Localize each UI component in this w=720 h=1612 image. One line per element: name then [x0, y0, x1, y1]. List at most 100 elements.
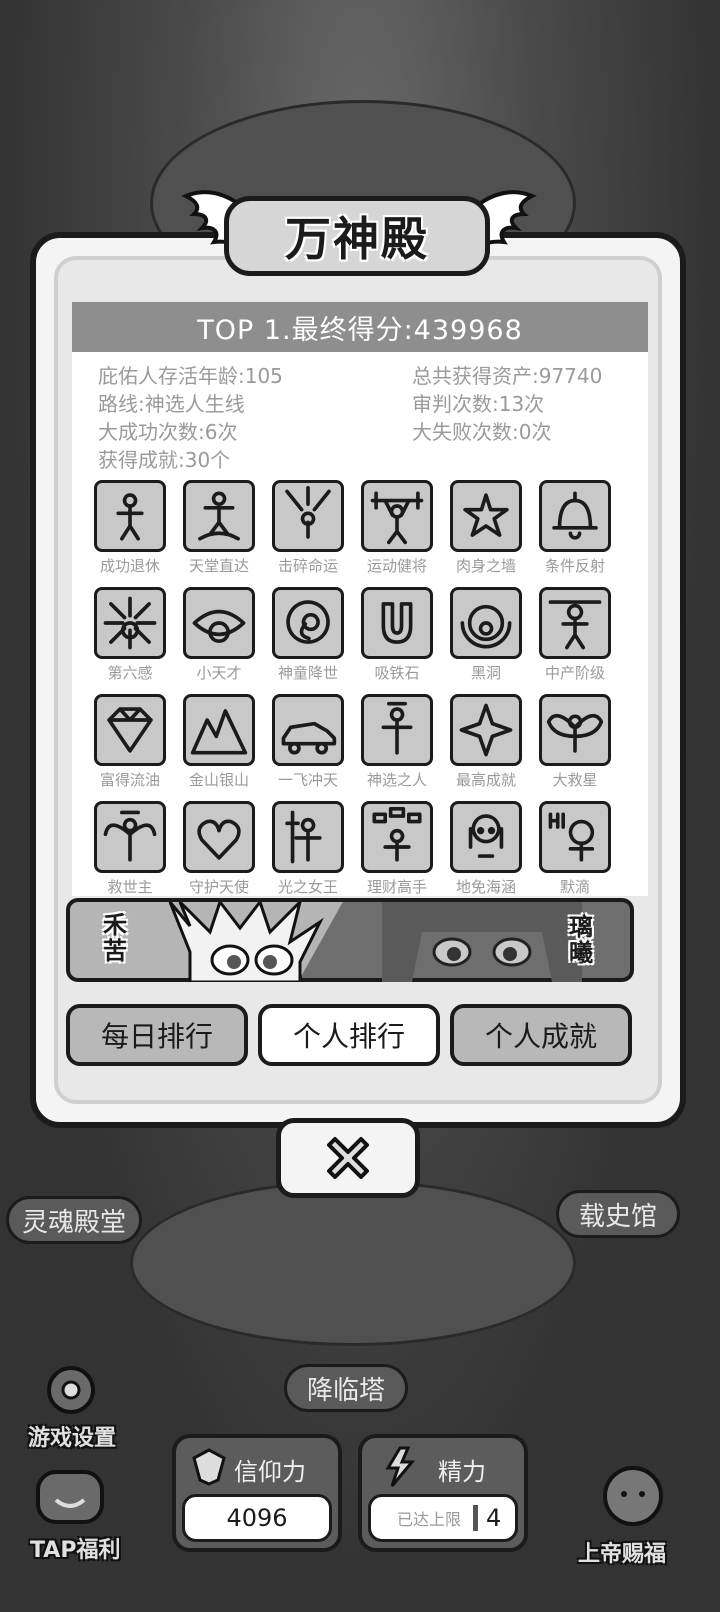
tab-daily-label: 每日排行 [100, 1020, 213, 1053]
descend-tower-label: 降临塔 [306, 1375, 385, 1406]
achievement-item[interactable]: 天堂直达 [181, 480, 257, 576]
achievement-label: 富得流油 [99, 771, 160, 789]
energy-value-box: 已达上限 4 [368, 1494, 518, 1542]
diamond-icon [107, 707, 153, 753]
achievement-item[interactable]: 大救星 [537, 694, 613, 790]
character-banner: 禾苦 璃曦 [66, 898, 634, 982]
achievement-item[interactable]: 救世主 [92, 801, 168, 896]
achievement-item[interactable]: 守护天使 [181, 801, 257, 896]
chat-smile-icon [36, 1470, 104, 1524]
achievement-badge [94, 480, 166, 552]
achievement-badge [183, 587, 255, 659]
soul-hall-label: 灵魂殿堂 [21, 1207, 126, 1238]
achievement-badge [94, 587, 166, 659]
achievement-item[interactable]: 金山银山 [181, 694, 257, 790]
achievement-item[interactable]: 小天才 [181, 587, 257, 683]
heaven-icon [198, 491, 240, 541]
background-cloud [130, 1180, 576, 1346]
faith-resource: 信仰力 4096 [172, 1434, 342, 1552]
descend-tower-button[interactable]: 降临塔 [284, 1364, 408, 1412]
energy-status: 已达上限 [397, 1510, 462, 1529]
energy-divider [473, 1505, 479, 1531]
tab-personal-achievements[interactable]: 个人成就 [450, 1004, 632, 1066]
achievement-label: 救世主 [107, 878, 153, 896]
score-panel[interactable]: TOP 1.最终得分:439968 庇佑人存活年龄:105 总共获得资产:977… [72, 302, 648, 896]
achievement-label: 金山银山 [188, 771, 249, 789]
game-settings-label: 游戏设置 [28, 1426, 117, 1451]
achievement-badge [539, 587, 611, 659]
achievement-item[interactable]: 击碎命运 [270, 480, 346, 576]
achievement-item[interactable]: 神童降世 [270, 587, 346, 683]
achievement-item[interactable]: 光之女王 [270, 801, 346, 896]
achievement-item[interactable]: 地免海涵 [448, 801, 524, 896]
achievement-badge [450, 801, 522, 873]
achievement-label: 黑洞 [470, 664, 501, 682]
game-settings-button[interactable]: 游戏设置 [20, 1358, 120, 1454]
mountain-icon [190, 709, 248, 755]
stats-block: 庇佑人存活年龄:105 总共获得资产:97740 路线:神选人生线 审判次数:1… [72, 352, 648, 472]
achievement-label: 理财高手 [366, 878, 427, 896]
gear-icon [47, 1366, 95, 1414]
achievement-item[interactable]: 运动健将 [359, 480, 435, 576]
god-blessing-button[interactable]: 上帝赐福 [574, 1456, 694, 1567]
stat-judgements: 审判次数:13次 [412, 392, 545, 416]
achievement-badge [272, 587, 344, 659]
hi-icon [548, 812, 595, 862]
achievement-item[interactable]: 中产阶级 [537, 587, 613, 683]
neuron-icon [103, 596, 157, 650]
tab-daily-ranking[interactable]: 每日排行 [66, 1004, 248, 1066]
achievement-badge [183, 694, 255, 766]
faith-label: 信仰力 [234, 1458, 306, 1486]
tap-welfare-label: TAP福利 [30, 1538, 121, 1563]
achievement-badge [361, 587, 433, 659]
achievement-item[interactable]: 吸铁石 [359, 587, 435, 683]
winged-heart-icon [197, 819, 241, 860]
achievement-item[interactable]: 神选之人 [359, 694, 435, 790]
energy-label: 精力 [438, 1458, 486, 1486]
stat-achievements: 获得成就:30个 [98, 448, 231, 472]
energy-value: 4 [486, 1504, 502, 1532]
achievement-badge [183, 480, 255, 552]
god-blessing-label: 上帝赐福 [578, 1542, 667, 1567]
achievement-label: 神童降世 [277, 664, 338, 682]
close-button[interactable] [276, 1118, 420, 1198]
achievement-item[interactable]: 最高成就 [448, 694, 524, 790]
achievement-item[interactable]: 理财高手 [359, 801, 435, 896]
star-badge-icon [459, 703, 513, 757]
achievement-item[interactable]: 条件反射 [537, 480, 613, 576]
modal-title-plate: 万神殿 [224, 196, 490, 276]
lightning-icon [385, 1446, 416, 1487]
achievement-item[interactable]: 肉身之墙 [448, 480, 524, 576]
achievement-badge [183, 801, 255, 873]
history-hall-button[interactable]: 载史馆 [556, 1190, 680, 1238]
achievement-label: 光之女王 [277, 878, 338, 896]
achievement-item[interactable]: 黑洞 [448, 587, 524, 683]
achievement-label: 大救星 [552, 771, 598, 789]
stat-successes: 大成功次数:6次 [98, 420, 238, 444]
right-character-name: 璃曦 [569, 913, 593, 967]
money-icon [372, 807, 422, 862]
achievement-item[interactable]: 默滴 [537, 801, 613, 896]
achievement-item[interactable]: 成功退休 [92, 480, 168, 576]
achievement-label: 成功退休 [99, 557, 160, 575]
magnet-icon [381, 602, 413, 644]
stat-route: 路线:神选人生线 [98, 392, 245, 416]
achievement-badge [361, 480, 433, 552]
eye-icon [192, 609, 246, 643]
achievement-label: 击碎命运 [277, 557, 338, 575]
left-character-name: 禾苦 [103, 911, 127, 965]
soul-hall-button[interactable]: 灵魂殿堂 [6, 1196, 142, 1244]
tap-welfare-button[interactable]: TAP福利 [22, 1462, 122, 1563]
smash-fate-icon [285, 486, 331, 539]
achievement-item[interactable]: 一飞冲天 [270, 694, 346, 790]
achievement-label: 守护天使 [188, 878, 249, 896]
light-queen-icon [285, 810, 322, 864]
achievement-item[interactable]: 第六感 [92, 587, 168, 683]
black-hole-icon [460, 604, 512, 649]
achievement-label: 条件反射 [544, 557, 605, 575]
girl-icon [468, 814, 504, 858]
tab-personal-ranking[interactable]: 个人排行 [258, 1004, 440, 1066]
achievement-badge [539, 801, 611, 873]
achievement-item[interactable]: 富得流油 [92, 694, 168, 790]
achievement-badge [539, 694, 611, 766]
